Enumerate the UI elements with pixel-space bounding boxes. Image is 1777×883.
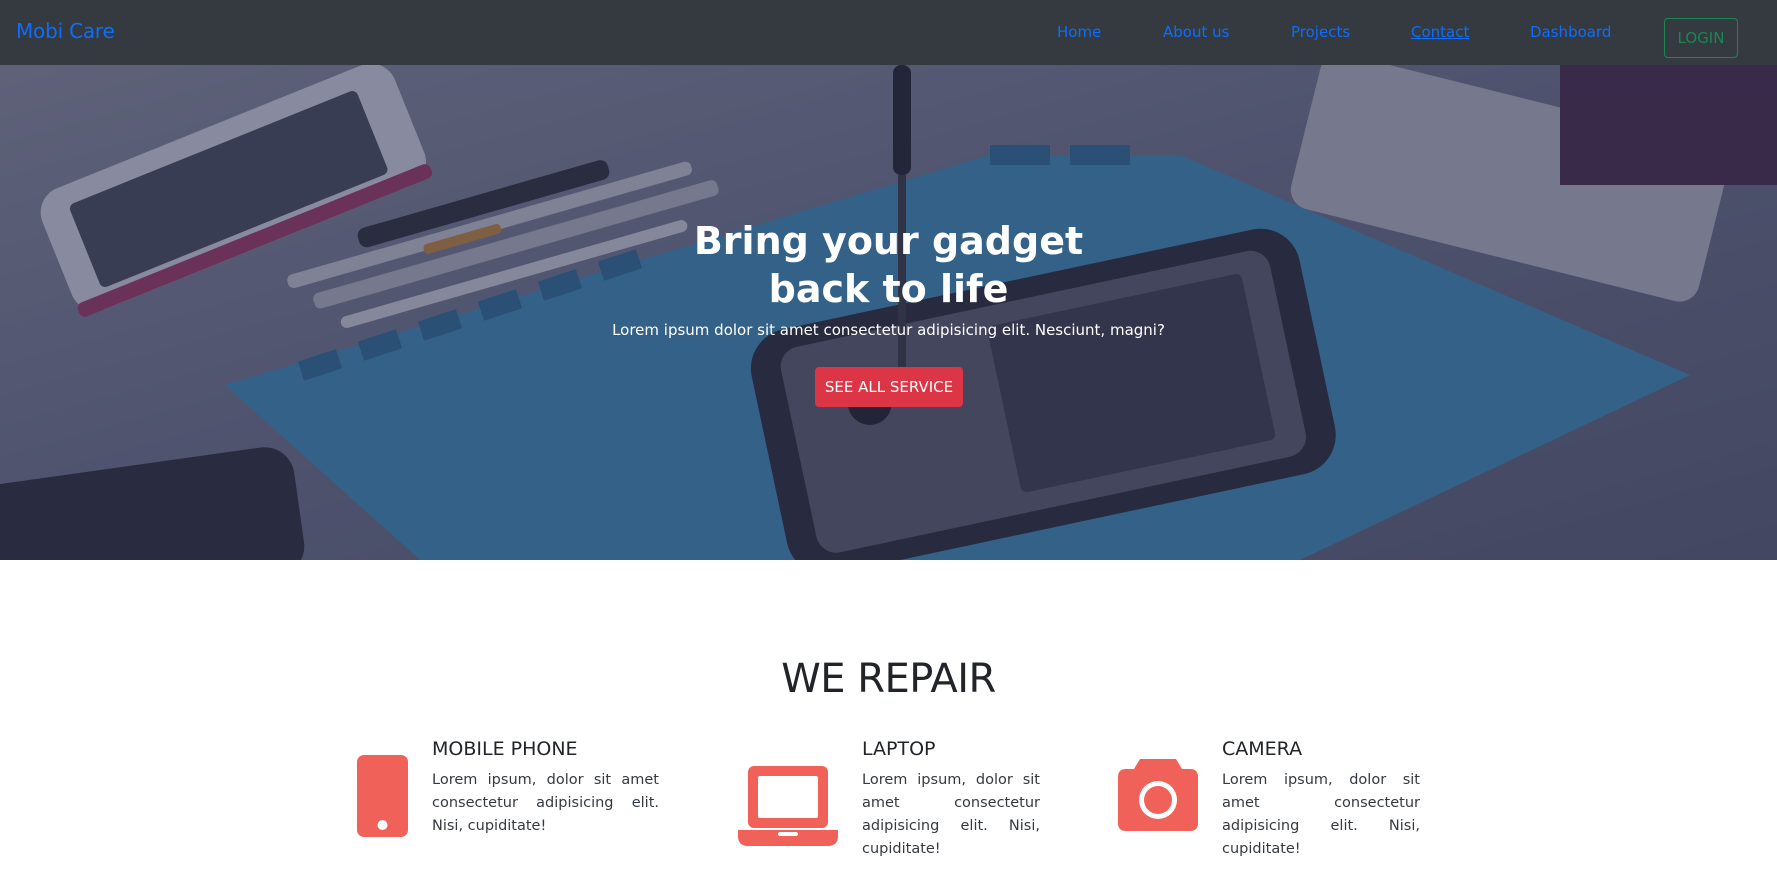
service-description: Lorem ipsum, dolor sit amet consectetur … (1222, 772, 1420, 857)
nav-link-home[interactable]: Home (1057, 23, 1101, 41)
see-all-service-button[interactable]: SEE ALL SERVICE (815, 367, 963, 407)
camera-icon (1118, 759, 1198, 831)
laptop-icon (738, 766, 838, 846)
nav-link-contact[interactable]: Contact (1411, 23, 1469, 41)
service-description: Lorem ipsum, dolor sit amet consectetur … (432, 772, 659, 834)
hero-title-line-1: Bring your gadget (693, 219, 1084, 263)
service-name: MOBILE PHONE (432, 738, 578, 760)
service-name: CAMERA (1222, 738, 1303, 760)
service-description: Lorem ipsum, dolor sit amet consectetur … (862, 772, 1040, 857)
login-button[interactable]: LOGIN (1664, 18, 1738, 58)
nav-links: Home About us Projects Contact Dashboard (0, 23, 1777, 45)
nav-link-projects[interactable]: Projects (1291, 23, 1350, 41)
nav-link-dashboard[interactable]: Dashboard (1530, 23, 1611, 41)
mobile-phone-icon (357, 755, 408, 837)
we-repair-title: WE REPAIR (781, 656, 996, 702)
hero-title-line-2: back to life (768, 267, 1009, 311)
hero-banner: Bring your gadget back to life Lorem ips… (0, 65, 1777, 560)
nav-link-about-us[interactable]: About us (1163, 23, 1229, 41)
navbar: Mobi Care Home About us Projects Contact… (0, 0, 1777, 65)
service-name: LAPTOP (862, 738, 936, 760)
hero-subtitle: Lorem ipsum dolor sit amet consectetur a… (612, 321, 1165, 339)
hero-title: Bring your gadget back to life (0, 217, 1777, 313)
